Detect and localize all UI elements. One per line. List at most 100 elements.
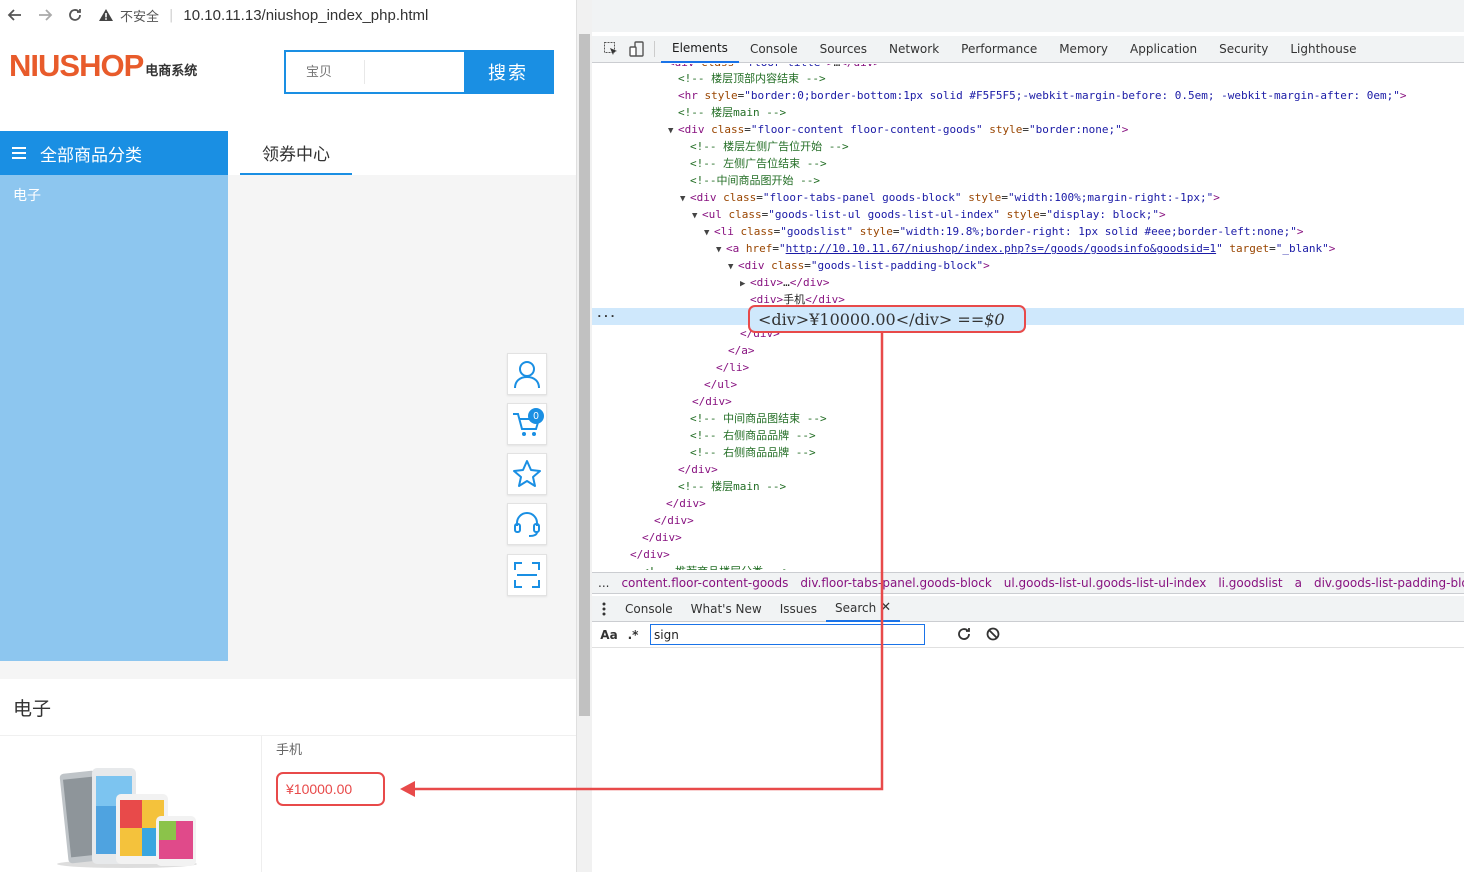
- device-toolbar-button[interactable]: [624, 36, 650, 62]
- category-menu-header[interactable]: 全部商品分类: [0, 131, 228, 175]
- drawer-tab-search[interactable]: Search ✕: [826, 596, 901, 622]
- dom-breadcrumb: ... content.floor-content-goods div.floo…: [592, 572, 1464, 594]
- cart-button[interactable]: 0: [507, 403, 547, 445]
- scan-icon: [514, 562, 540, 588]
- dom-line[interactable]: <!-- 右侧商品品牌 -->: [592, 444, 1464, 461]
- tab-sources[interactable]: Sources: [809, 36, 878, 63]
- dom-line[interactable]: </ul>: [592, 376, 1464, 393]
- dom-line[interactable]: </div>: [592, 495, 1464, 512]
- dom-line[interactable]: ▼ <ul class="goods-list-ul goods-list-ul-…: [592, 206, 1464, 223]
- breadcrumb-item[interactable]: div.floor-tabs-panel.goods-block: [794, 576, 997, 590]
- tab-security[interactable]: Security: [1208, 36, 1279, 63]
- match-case-toggle[interactable]: Aa: [598, 628, 620, 642]
- dom-line[interactable]: ▼ <div class="goods-list-padding-block">: [592, 257, 1464, 274]
- dom-line[interactable]: <!-- 左侧广告位结束 -->: [592, 155, 1464, 172]
- breadcrumb-item[interactable]: li.goodslist: [1212, 576, 1288, 590]
- dom-line[interactable]: ▼ <div class="floor-tabs-panel goods-bloc…: [592, 189, 1464, 206]
- back-button[interactable]: [0, 0, 30, 30]
- tab-memory[interactable]: Memory: [1048, 36, 1119, 63]
- product-name[interactable]: 手机: [276, 739, 302, 758]
- product-image[interactable]: [52, 764, 202, 872]
- tab-performance[interactable]: Performance: [950, 36, 1048, 63]
- dom-line[interactable]: </li>: [592, 359, 1464, 376]
- site-logo[interactable]: NIUSHOP 电商系统: [9, 50, 197, 82]
- dom-line[interactable]: </div>: [592, 529, 1464, 546]
- close-icon[interactable]: ✕: [880, 600, 891, 615]
- insecure-label: 不安全: [120, 9, 160, 25]
- dom-line[interactable]: ▼ <a href="http://10.10.11.67/niushop/ind…: [592, 240, 1464, 257]
- inspect-element-button[interactable]: [598, 36, 624, 62]
- highlighted-dom-node[interactable]: <div>¥10000.00</div> == $0: [748, 305, 1026, 333]
- user-icon: [514, 361, 540, 389]
- customer-service-button[interactable]: [507, 503, 547, 545]
- dom-line-selected[interactable]: ···: [592, 308, 1464, 325]
- dom-line[interactable]: ▼ <div class="floor-content floor-content…: [592, 121, 1464, 138]
- dom-line[interactable]: <!-- 楼层顶部内容结束 -->: [592, 70, 1464, 87]
- search-button[interactable]: 搜索: [464, 52, 552, 92]
- dom-line[interactable]: <!-- 楼层main -->: [592, 478, 1464, 495]
- floor-title: 电子: [13, 698, 52, 720]
- reload-button[interactable]: [60, 0, 90, 30]
- dom-line[interactable]: <div>手机</div>: [592, 291, 1464, 308]
- dom-line[interactable]: <hr style="border:0;border-bottom:1px so…: [592, 87, 1464, 104]
- search-input[interactable]: [286, 52, 464, 92]
- forward-button[interactable]: [30, 0, 60, 30]
- url-text[interactable]: 10.10.11.13/niushop_index_php.html: [183, 7, 428, 24]
- kebab-menu-icon: [602, 602, 606, 615]
- dom-line[interactable]: </div>: [592, 325, 1464, 342]
- regex-toggle[interactable]: .*: [622, 628, 644, 642]
- page-scrollbar[interactable]: [576, 0, 592, 872]
- drawer-tab-console[interactable]: Console: [616, 596, 682, 622]
- favorites-button[interactable]: [507, 453, 547, 495]
- dom-line[interactable]: <!-- 楼层main -->: [592, 104, 1464, 121]
- shop-page: NIUSHOP 电商系统 搜索 全部商品分类 领券中心 电子 0 电子: [0, 30, 576, 872]
- dom-line[interactable]: </div>: [592, 512, 1464, 529]
- devtools-tabbar: Elements Console Sources Network Perform…: [592, 36, 1464, 63]
- user-center-button[interactable]: [507, 353, 547, 395]
- warning-icon: [99, 9, 113, 21]
- drawer-tab-search-label: Search: [835, 600, 877, 615]
- dom-line[interactable]: </div>: [592, 393, 1464, 410]
- reload-icon: [69, 9, 81, 21]
- tab-network[interactable]: Network: [878, 36, 950, 63]
- dom-line[interactable]: <!--中间商品图开始 -->: [592, 172, 1464, 189]
- tab-application[interactable]: Application: [1119, 36, 1208, 63]
- dom-line[interactable]: <!-- 楼层左侧广告位开始 -->: [592, 138, 1464, 155]
- security-indicator[interactable]: 不安全 |: [98, 6, 183, 25]
- tab-elements[interactable]: Elements: [661, 36, 739, 63]
- product-price: ¥10000.00: [276, 772, 385, 806]
- dom-line[interactable]: <!-- 推荐商品楼层分类 -->: [592, 563, 1464, 570]
- tab-lighthouse[interactable]: Lighthouse: [1279, 36, 1367, 63]
- inspect-cursor-icon: [604, 42, 617, 55]
- drawer-tab-whats-new[interactable]: What's New: [682, 596, 771, 622]
- address-bar: 不安全 | 10.10.11.13/niushop_index_php.html: [0, 0, 576, 30]
- logo-main: NIUSHOP: [9, 48, 144, 83]
- dom-line[interactable]: </div>: [592, 546, 1464, 563]
- refresh-icon: [958, 628, 970, 640]
- dom-line[interactable]: </a>: [592, 342, 1464, 359]
- breadcrumb-item[interactable]: div.goods-list-padding-block: [1308, 576, 1464, 590]
- star-icon: [513, 460, 541, 487]
- dom-tree: <div class="floor-title">…</div> <!-- 楼层…: [592, 64, 1464, 570]
- devtools-search-input[interactable]: [650, 624, 925, 645]
- breadcrumb-item[interactable]: a: [1289, 576, 1308, 590]
- refresh-search-button[interactable]: [957, 627, 971, 644]
- nav-coupon-center[interactable]: 领券中心: [240, 131, 352, 175]
- breadcrumb-item[interactable]: content.floor-content-goods: [615, 576, 794, 590]
- breadcrumb-item[interactable]: ...: [592, 576, 615, 590]
- dom-line[interactable]: </div>: [592, 461, 1464, 478]
- breadcrumb-item[interactable]: ul.goods-list-ul.goods-list-ul-index: [998, 576, 1213, 590]
- category-menu-label: 全部商品分类: [40, 145, 142, 166]
- dom-line[interactable]: <!-- 中间商品图结束 -->: [592, 410, 1464, 427]
- drawer-menu-button[interactable]: [592, 596, 616, 622]
- category-item[interactable]: 电子: [13, 185, 41, 205]
- scan-button[interactable]: [507, 554, 547, 596]
- dom-line[interactable]: ▼ <li class="goodslist" style="width:19.8…: [592, 223, 1464, 240]
- clear-search-button[interactable]: [986, 627, 1000, 644]
- dom-line[interactable]: <!-- 右侧商品品牌 -->: [592, 427, 1464, 444]
- dom-line[interactable]: ▶ <div>…</div>: [592, 274, 1464, 291]
- tab-console[interactable]: Console: [739, 36, 809, 63]
- scrollbar-thumb[interactable]: [579, 34, 590, 716]
- drawer-tab-issues[interactable]: Issues: [771, 596, 826, 622]
- search-box: 搜索: [284, 50, 554, 94]
